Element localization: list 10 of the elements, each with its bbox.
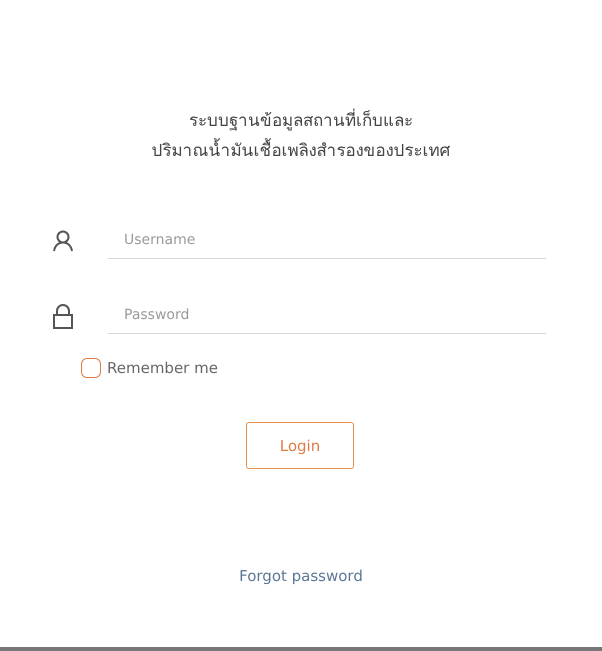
user-icon [52, 230, 74, 252]
checkbox[interactable] [81, 358, 101, 378]
input-field[interactable]: Username [108, 222, 546, 259]
title-line: ระบบฐานข้อมูลสถานที่เก็บและ [189, 108, 413, 134]
input-field[interactable]: Password [108, 297, 546, 334]
checkbox-label: Remember me [107, 359, 218, 377]
lock-icon [52, 302, 74, 328]
title-line: ปริมาณน้ำมันเชื้อเพลิงสำรองของประเทศ [152, 138, 450, 164]
forgot-password-link[interactable]: Forgot password [239, 567, 363, 585]
login-button[interactable]: Login [246, 422, 354, 469]
